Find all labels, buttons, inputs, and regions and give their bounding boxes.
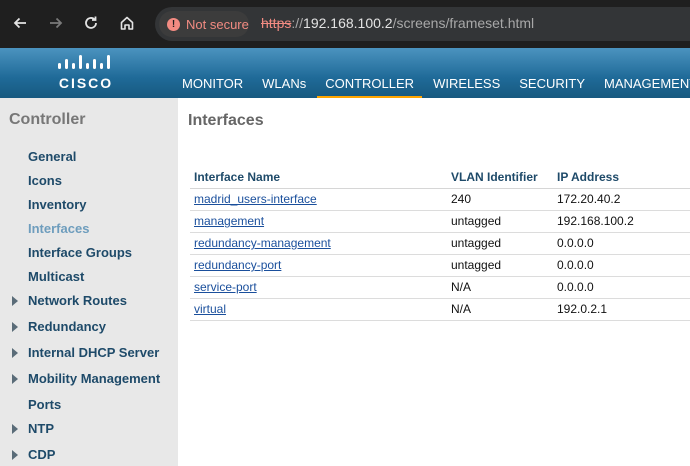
- sidebar-item-ntp[interactable]: NTP: [12, 421, 54, 436]
- column-header-interface-name: Interface Name: [190, 166, 447, 189]
- sidebar-item-label: Redundancy: [28, 319, 107, 334]
- interface-name-cell: virtual: [190, 298, 447, 321]
- nav-security[interactable]: SECURITY: [519, 76, 585, 98]
- vlan-cell: untagged: [447, 232, 553, 255]
- table-row: management untagged 192.168.100.2: [190, 210, 690, 233]
- url-path: /screens/frameset.html: [392, 15, 535, 31]
- sidebar-item-label: Internal DHCP Server: [28, 345, 160, 360]
- sidebar-item-inventory[interactable]: Inventory: [28, 197, 87, 212]
- ip-cell: 172.20.40.2: [553, 188, 690, 211]
- expand-arrow-icon[interactable]: [12, 322, 18, 332]
- interface-name-cell: madrid_users-interface: [190, 188, 447, 211]
- sidebar-item-ports[interactable]: Ports: [28, 397, 61, 412]
- interface-link[interactable]: madrid_users-interface: [194, 192, 317, 206]
- table-row: redundancy-management untagged 0.0.0.0: [190, 232, 690, 255]
- logo-text: CISCO: [58, 75, 114, 91]
- column-header-vlan-identifier: VLAN Identifier: [447, 166, 553, 189]
- url-text[interactable]: https://192.168.100.2/screens/frameset.h…: [261, 15, 534, 31]
- sidebar-item-mobility-management[interactable]: Mobility Management: [12, 371, 161, 386]
- app-header: CISCO MONITOR WLANs CONTROLLER WIRELESS …: [0, 48, 690, 100]
- cisco-logo: CISCO: [50, 53, 130, 93]
- page-title: Interfaces: [188, 112, 264, 129]
- interface-link[interactable]: virtual: [194, 302, 226, 316]
- interface-name-cell: redundancy-port: [190, 254, 447, 277]
- sidebar: Controller General Icons Inventory Interfac…: [0, 98, 178, 466]
- vlan-cell: untagged: [447, 210, 553, 233]
- interfaces-table: Interface Name VLAN Identifier IP Addres…: [190, 166, 690, 321]
- interface-link[interactable]: service-port: [194, 280, 257, 294]
- table-row: virtual N/A 192.0.2.1: [190, 298, 690, 321]
- reload-icon[interactable]: [78, 10, 104, 36]
- sidebar-item-general[interactable]: General: [28, 149, 76, 164]
- url-separator: ://: [291, 15, 304, 31]
- sidebar-item-label: Interfaces: [28, 221, 90, 236]
- sidebar-item-internal-dhcp-server[interactable]: Internal DHCP Server: [12, 345, 160, 360]
- nav-wireless[interactable]: WIRELESS: [433, 76, 500, 98]
- interface-name-cell: service-port: [190, 276, 447, 299]
- vlan-cell: N/A: [447, 276, 553, 299]
- vlan-cell: N/A: [447, 298, 553, 321]
- interface-link[interactable]: management: [194, 214, 264, 228]
- interface-name-cell: redundancy-management: [190, 232, 447, 255]
- vlan-cell: untagged: [447, 254, 553, 277]
- table-header-row: Interface Name VLAN Identifier IP Addres…: [190, 166, 690, 189]
- sidebar-item-label: NTP: [28, 421, 54, 436]
- url-scheme: https: [261, 15, 292, 31]
- forward-icon[interactable]: [43, 10, 69, 36]
- main-content: Interfaces Interface Name VLAN Identifie…: [178, 98, 690, 466]
- sidebar-item-interface-groups[interactable]: Interface Groups: [28, 245, 132, 260]
- ip-cell: 192.0.2.1: [553, 298, 690, 321]
- nav-wlans[interactable]: WLANs: [262, 76, 306, 98]
- vlan-cell: 240: [447, 188, 553, 211]
- warning-icon: !: [167, 17, 180, 31]
- interface-link[interactable]: redundancy-management: [194, 236, 331, 250]
- security-label: Not secure: [186, 16, 249, 32]
- sidebar-title: Controller: [9, 111, 86, 128]
- sidebar-item-redundancy[interactable]: Redundancy: [12, 319, 107, 334]
- browser-toolbar: ! Not secure https://192.168.100.2/scree…: [0, 0, 690, 48]
- sidebar-item-icons[interactable]: Icons: [28, 173, 62, 188]
- nav-management[interactable]: MANAGEMENT: [604, 76, 690, 98]
- table-row: madrid_users-interface 240 172.20.40.2: [190, 188, 690, 211]
- table-row: redundancy-port untagged 0.0.0.0: [190, 254, 690, 277]
- sidebar-item-label: Interface Groups: [28, 245, 133, 260]
- sidebar-item-interfaces[interactable]: Interfaces: [28, 221, 89, 236]
- sidebar-item-label: Inventory: [28, 197, 87, 212]
- sidebar-item-multicast[interactable]: Multicast: [28, 269, 84, 284]
- table-row: service-port N/A 0.0.0.0: [190, 276, 690, 299]
- ip-cell: 0.0.0.0: [553, 232, 690, 255]
- ip-cell: 192.168.100.2: [553, 210, 690, 233]
- top-nav: MONITOR WLANs CONTROLLER WIRELESS SECURI…: [182, 76, 690, 100]
- cisco-bars-icon: [58, 55, 110, 69]
- sidebar-item-label: Icons: [28, 173, 62, 188]
- expand-arrow-icon[interactable]: [12, 450, 18, 460]
- expand-arrow-icon[interactable]: [12, 296, 18, 306]
- sidebar-item-label: General: [28, 149, 77, 164]
- ip-cell: 0.0.0.0: [553, 254, 690, 277]
- sidebar-item-label: Ports: [28, 397, 62, 412]
- interface-link[interactable]: redundancy-port: [194, 258, 281, 272]
- ip-cell: 0.0.0.0: [553, 276, 690, 299]
- nav-monitor[interactable]: MONITOR: [182, 76, 243, 98]
- nav-controller[interactable]: CONTROLLER: [317, 76, 422, 100]
- expand-arrow-icon[interactable]: [12, 374, 18, 384]
- address-bar[interactable]: ! Not secure https://192.168.100.2/scree…: [155, 7, 690, 41]
- sidebar-item-label: Multicast: [28, 269, 85, 284]
- interface-name-cell: management: [190, 210, 447, 233]
- sidebar-item-cdp[interactable]: CDP: [12, 447, 56, 462]
- url-host: 192.168.100.2: [303, 15, 393, 31]
- sidebar-item-label: CDP: [28, 447, 56, 462]
- sidebar-item-network-routes[interactable]: Network Routes: [12, 293, 127, 308]
- expand-arrow-icon[interactable]: [12, 348, 18, 358]
- security-indicator[interactable]: ! Not secure: [159, 11, 249, 37]
- expand-arrow-icon[interactable]: [12, 424, 18, 434]
- sidebar-item-label: Mobility Management: [28, 371, 161, 386]
- column-header-ip-address: IP Address: [553, 166, 690, 189]
- home-icon[interactable]: [114, 10, 140, 36]
- sidebar-item-label: Network Routes: [28, 293, 127, 308]
- back-icon[interactable]: [7, 10, 33, 36]
